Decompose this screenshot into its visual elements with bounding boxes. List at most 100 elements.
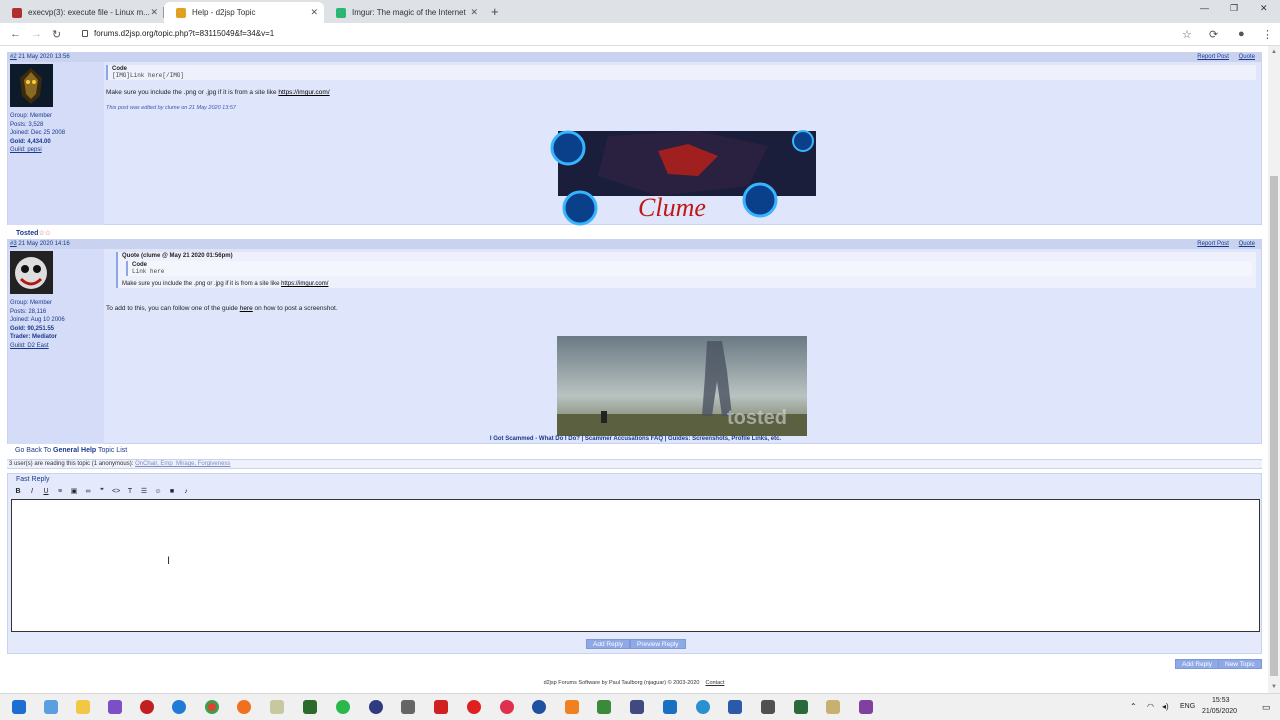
language-indicator[interactable]: ENG	[1180, 703, 1195, 710]
strike-icon[interactable]: ≡	[56, 488, 64, 495]
whatsapp-icon[interactable]	[336, 700, 350, 714]
image-icon[interactable]: ▣	[70, 487, 78, 495]
tab-imgur[interactable]: Imgur: The magic of the Internet ✕	[324, 2, 484, 23]
opera-icon[interactable]	[467, 700, 481, 714]
notifications-icon[interactable]: ▭	[1262, 702, 1271, 713]
app-icon[interactable]	[532, 700, 546, 714]
link-icon[interactable]: ∞	[84, 488, 92, 495]
favicon-icon	[12, 7, 22, 18]
pycharm-icon[interactable]	[794, 700, 808, 714]
scrollbar-thumb[interactable]	[1270, 176, 1278, 676]
extension-icon[interactable]: ⟳	[1209, 28, 1218, 41]
guide-link[interactable]: here	[240, 305, 253, 312]
app-icon[interactable]	[270, 700, 284, 714]
firefox-icon[interactable]	[237, 700, 251, 714]
visual-studio-icon[interactable]	[108, 700, 122, 714]
go-back-link[interactable]: Go Back To General Help Topic List	[7, 447, 136, 454]
preview-reply-button[interactable]: Preview Reply	[630, 639, 686, 649]
app-icon[interactable]	[369, 700, 383, 714]
forward-icon[interactable]: →	[31, 28, 42, 40]
word-icon[interactable]	[728, 700, 742, 714]
user-guild[interactable]: Guild: D2 East	[10, 342, 102, 351]
minimize-icon[interactable]: —	[1200, 3, 1209, 13]
post-number-link[interactable]: #2	[10, 54, 17, 60]
avatar[interactable]	[10, 251, 53, 294]
opera-gx-icon[interactable]	[500, 700, 514, 714]
reader-list[interactable]: OnChair, Emp_Mirage, Forgiveness	[135, 461, 230, 467]
user-guild[interactable]: Guild: pepsi	[10, 146, 102, 155]
page-scrollbar[interactable]: ▲ ▼	[1268, 46, 1280, 693]
app-icon[interactable]	[859, 700, 873, 714]
app-icon[interactable]	[401, 700, 415, 714]
record-app-icon[interactable]	[140, 700, 154, 714]
post-3-username[interactable]: Tosted☆☆	[12, 229, 55, 237]
app-icon[interactable]	[434, 700, 448, 714]
window-close-icon[interactable]: ✕	[1260, 3, 1268, 14]
restore-icon[interactable]: ❐	[1230, 3, 1238, 14]
imgur-link[interactable]: https://imgur.com/	[281, 281, 328, 287]
back-icon[interactable]: ←	[10, 28, 21, 40]
tab-execvp[interactable]: execvp(3): execute file - Linux m... ✕	[0, 2, 164, 23]
app-icon[interactable]	[761, 700, 775, 714]
tray-chevron-icon[interactable]: ⌃	[1130, 702, 1137, 711]
app-icon[interactable]	[663, 700, 677, 714]
chrome-icon[interactable]	[205, 700, 219, 714]
music-icon[interactable]: ♪	[182, 488, 190, 495]
close-icon[interactable]: ✕	[310, 7, 318, 18]
profile-icon[interactable]: ●	[1238, 28, 1245, 40]
quote-link[interactable]: Quote	[1239, 241, 1255, 247]
reply-textarea[interactable]: I	[11, 499, 1260, 632]
post-number-link[interactable]: #3	[10, 241, 17, 247]
scroll-down-icon[interactable]: ▼	[1271, 684, 1277, 690]
italic-icon[interactable]: I	[28, 488, 36, 495]
add-reply-button[interactable]: Add Reply	[586, 639, 630, 649]
report-post-link[interactable]: Report Post	[1197, 54, 1229, 60]
menu-icon[interactable]: ⋮	[1262, 28, 1273, 41]
user-joined: Joined: Aug 10 2006	[10, 317, 65, 323]
app-icon[interactable]	[826, 700, 840, 714]
tab-help-d2jsp[interactable]: Help - d2jsp Topic ✕	[164, 2, 324, 23]
close-icon[interactable]: ✕	[150, 7, 158, 18]
video-icon[interactable]: ■	[168, 488, 176, 495]
emoji-icon[interactable]: ☺	[154, 488, 162, 495]
favicon-icon	[336, 7, 346, 18]
new-topic-button[interactable]: New Topic	[1218, 659, 1262, 669]
quote-link[interactable]: Quote	[1239, 54, 1255, 60]
signature-links[interactable]: I Got Scammed - What Do I Do? | Scammer …	[8, 436, 1263, 442]
windows-taskbar: ⌃ ◠ ◂) ENG 15:53 21/05/2020 ▭	[0, 693, 1280, 720]
edge-icon[interactable]	[172, 700, 186, 714]
list-icon[interactable]: ☰	[140, 487, 148, 495]
quote-text: Make sure you include the .png or .jpg i…	[122, 281, 329, 287]
contact-link[interactable]: Contact	[705, 680, 724, 686]
task-view-icon[interactable]	[44, 700, 58, 714]
code-icon[interactable]: <>	[112, 488, 120, 495]
nvidia-icon[interactable]	[303, 700, 317, 714]
new-tab-button[interactable]: +	[491, 4, 499, 19]
imgur-link[interactable]: https://imgur.com/	[278, 89, 329, 96]
reload-icon[interactable]: ↻	[52, 28, 61, 41]
bold-icon[interactable]: B	[14, 488, 22, 495]
star-icon[interactable]: ☆	[1182, 28, 1192, 41]
start-icon[interactable]	[12, 700, 26, 714]
report-post-link[interactable]: Report Post	[1197, 241, 1229, 247]
quote-icon[interactable]: ❞	[98, 487, 106, 495]
badge-icon: ☆☆	[38, 230, 51, 237]
virtualbox-icon[interactable]	[630, 700, 644, 714]
bottom-add-reply-button[interactable]: Add Reply	[1175, 659, 1219, 669]
underline-icon[interactable]: U	[42, 488, 50, 495]
post-3: #3 21 May 2020 14:16 Report Post Quote G…	[7, 239, 1262, 444]
network-icon[interactable]: ◠	[1147, 702, 1154, 711]
scroll-up-icon[interactable]: ▲	[1271, 49, 1277, 55]
clock-date[interactable]: 21/05/2020	[1202, 708, 1237, 715]
app-icon[interactable]	[597, 700, 611, 714]
volume-icon[interactable]: ◂)	[1162, 702, 1169, 711]
url-field[interactable]: forums.d2jsp.org/topic.php?t=83115049&f=…	[82, 29, 274, 38]
user-group: Group: Member	[10, 113, 53, 119]
clock-time[interactable]: 15:53	[1212, 697, 1230, 704]
avatar[interactable]	[10, 64, 53, 107]
app-icon[interactable]	[696, 700, 710, 714]
file-explorer-icon[interactable]	[76, 700, 90, 714]
text-size-icon[interactable]: T	[126, 488, 134, 495]
close-icon[interactable]: ✕	[470, 7, 478, 18]
app-icon[interactable]	[565, 700, 579, 714]
